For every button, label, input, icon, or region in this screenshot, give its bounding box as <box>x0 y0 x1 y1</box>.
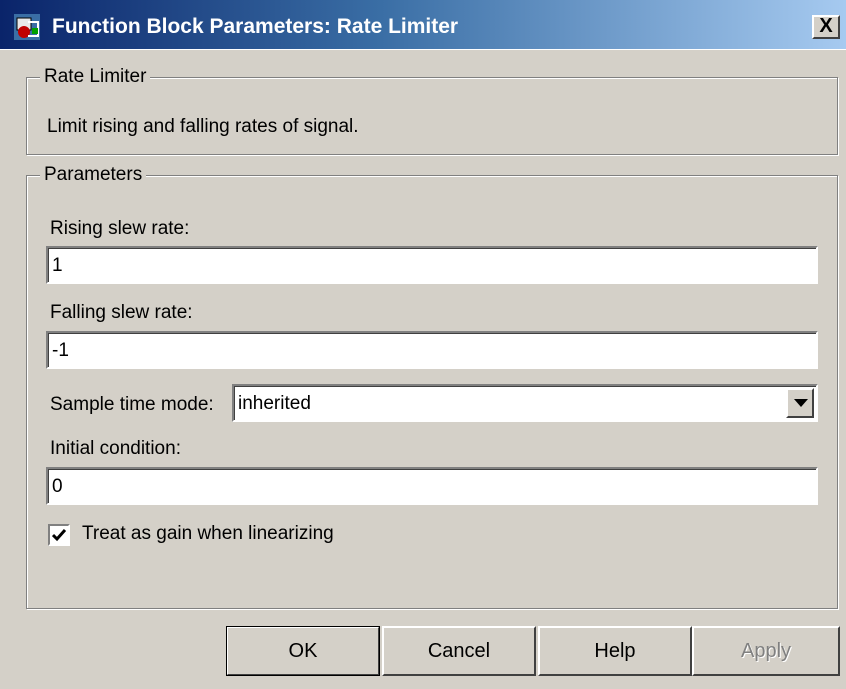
cancel-button[interactable]: Cancel <box>382 626 536 676</box>
ok-button[interactable]: OK <box>226 626 380 676</box>
falling-slew-rate-label: Falling slew rate: <box>50 302 193 323</box>
help-button[interactable]: Help <box>538 626 692 676</box>
rising-slew-rate-value: 1 <box>52 255 63 276</box>
falling-slew-rate-value: -1 <box>52 340 69 361</box>
parameters-legend: Parameters <box>40 164 147 186</box>
dropdown-button[interactable] <box>786 388 814 418</box>
sample-time-mode-select[interactable]: inherited <box>232 384 818 422</box>
block-description: Limit rising and falling rates of signal… <box>47 116 359 137</box>
chevron-down-icon <box>794 399 808 407</box>
initial-condition-value: 0 <box>52 476 63 497</box>
simulink-block-icon <box>14 14 40 40</box>
sample-time-mode-label: Sample time mode: <box>50 394 214 415</box>
rising-slew-rate-label: Rising slew rate: <box>50 218 190 239</box>
sample-time-mode-value: inherited <box>238 393 311 414</box>
close-icon: X <box>819 15 833 37</box>
window-title: Function Block Parameters: Rate Limiter <box>52 15 459 38</box>
initial-condition-label: Initial condition: <box>50 438 181 459</box>
checkmark-icon <box>52 529 66 542</box>
rising-slew-rate-input[interactable]: 1 <box>46 246 818 284</box>
linearize-checkbox[interactable] <box>48 524 70 546</box>
close-button[interactable]: X <box>812 15 840 39</box>
initial-condition-input[interactable]: 0 <box>46 467 818 505</box>
linearize-checkbox-label[interactable]: Treat as gain when linearizing <box>82 523 334 545</box>
description-legend: Rate Limiter <box>40 66 151 88</box>
title-bar[interactable]: Function Block Parameters: Rate Limiter … <box>0 0 846 50</box>
falling-slew-rate-input[interactable]: -1 <box>46 331 818 369</box>
description-group: Rate Limiter Limit rising and falling ra… <box>26 66 838 155</box>
apply-button[interactable]: Apply <box>692 626 840 676</box>
